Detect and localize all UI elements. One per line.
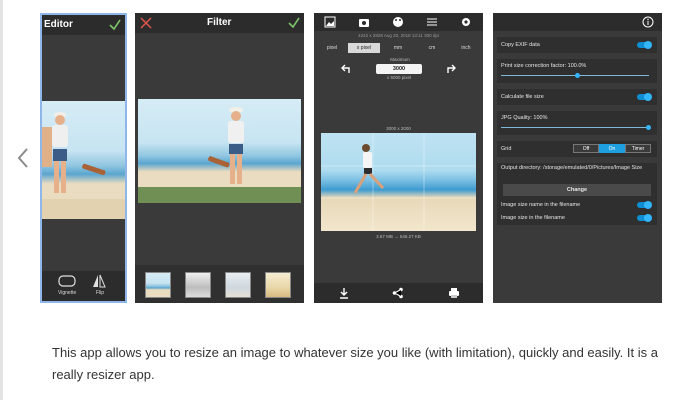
grid-option-timer[interactable]: Timer [625, 144, 651, 153]
calc-file-size-label: Calculate file size [501, 94, 544, 100]
width-input[interactable]: 3000 [376, 64, 422, 74]
grid-option-on[interactable]: On [599, 144, 625, 153]
tool-flip-label: Flip [96, 290, 105, 296]
change-button[interactable]: Change [503, 184, 651, 196]
max-note: x 5000 pixel [386, 75, 412, 80]
download-icon[interactable] [338, 287, 350, 299]
filter-thumb[interactable] [265, 272, 291, 298]
rotate-left-icon[interactable] [340, 63, 352, 75]
grid-option-off[interactable]: Off [573, 144, 599, 153]
setting-size-in-filename[interactable]: Image size in the filename [497, 212, 657, 225]
unit-mm[interactable]: mm [382, 43, 414, 53]
resize-toolbar [314, 13, 483, 31]
filter-thumb[interactable] [145, 272, 171, 298]
app-description: This app allows you to resize an image t… [52, 345, 658, 382]
image-size-label: 3000 x 2000 [386, 126, 411, 131]
setting-output-directory: Output directory: /storage/emulated/0/Pi… [497, 163, 657, 199]
close-icon[interactable] [140, 17, 152, 29]
filter-thumb[interactable] [185, 272, 211, 298]
setting-jpg-quality[interactable]: JPG Quality: 100% [497, 111, 657, 135]
resize-bottom-bar [314, 283, 483, 303]
setting-calc-file-size[interactable]: Calculate file size [497, 89, 657, 105]
image-info: 4242 x 2828 Aug 20, 2018 13:11 300 dpi [358, 33, 439, 38]
maximum-label: Maximum [390, 57, 410, 62]
palette-icon[interactable] [392, 16, 404, 28]
file-size-label: 3.67 MB → 545.27 KB [376, 234, 421, 239]
setting-name-in-filename[interactable]: Image size name in the filename [497, 199, 657, 212]
editor-top-bar: Editor [42, 15, 125, 35]
setting-copy-exif[interactable]: Copy EXIF data [497, 37, 657, 53]
check-icon[interactable] [109, 19, 121, 31]
size-in-filename-label: Image size in the filename [501, 215, 565, 221]
unit-x-pixel[interactable]: x pixel [348, 43, 380, 53]
filter-photo [138, 99, 301, 203]
unit-cm[interactable]: cm [416, 43, 448, 53]
jpg-quality-label: JPG Quality: 100% [501, 115, 548, 121]
size-in-filename-toggle[interactable] [637, 214, 652, 222]
flip-icon[interactable] [92, 274, 106, 288]
unit-inch[interactable]: inch [450, 43, 482, 53]
output-directory-label: Output directory: /storage/emulated/0/Pi… [501, 165, 643, 171]
camera-icon[interactable] [358, 16, 370, 28]
info-icon[interactable] [642, 16, 654, 28]
screenshot-editor[interactable]: Editor Vignette Flip [40, 13, 127, 303]
setting-print-size[interactable]: Print size correction factor: 100.0% [497, 59, 657, 83]
name-in-filename-toggle[interactable] [637, 201, 652, 209]
setting-grid: Grid Off On Timer [497, 141, 657, 157]
grid-label: Grid [501, 146, 512, 152]
check-icon[interactable] [288, 17, 300, 29]
editor-title: Editor [44, 19, 73, 30]
filter-thumbnails [135, 265, 304, 303]
screenshot-filter[interactable]: Filter [135, 13, 304, 303]
name-in-filename-label: Image size name in the filename [501, 202, 581, 208]
tool-vignette-label: Vignette [58, 290, 77, 296]
editor-photo [42, 101, 125, 219]
chevron-left-icon[interactable] [14, 146, 32, 170]
copy-exif-toggle[interactable] [637, 41, 652, 49]
unit-pixel[interactable]: pixel [316, 43, 348, 53]
left-border [0, 0, 3, 400]
gallery-icon[interactable] [324, 16, 336, 28]
print-size-label: Print size correction factor: 100.0% [501, 63, 587, 69]
calc-file-size-toggle[interactable] [637, 93, 652, 101]
rotate-right-icon[interactable] [445, 63, 457, 75]
screenshot-settings[interactable]: Copy EXIF data Print size correction fac… [493, 13, 662, 303]
filter-thumb[interactable] [225, 272, 251, 298]
settings-top-bar [493, 13, 662, 31]
copy-exif-label: Copy EXIF data [501, 42, 540, 48]
print-size-slider[interactable] [501, 73, 649, 78]
filter-title: Filter [207, 17, 232, 28]
resize-photo [321, 133, 476, 231]
vignette-icon[interactable] [58, 275, 76, 287]
jpg-quality-slider[interactable] [501, 125, 651, 130]
filter-top-bar: Filter [135, 13, 304, 33]
gear-icon[interactable] [460, 16, 472, 28]
editor-tool-bar: Vignette Flip [42, 271, 125, 301]
share-icon[interactable] [392, 287, 404, 299]
sliders-icon[interactable] [426, 16, 438, 28]
screenshot-resize[interactable]: 4242 x 2828 Aug 20, 2018 13:11 300 dpi p… [314, 13, 483, 303]
print-icon[interactable] [448, 287, 460, 299]
